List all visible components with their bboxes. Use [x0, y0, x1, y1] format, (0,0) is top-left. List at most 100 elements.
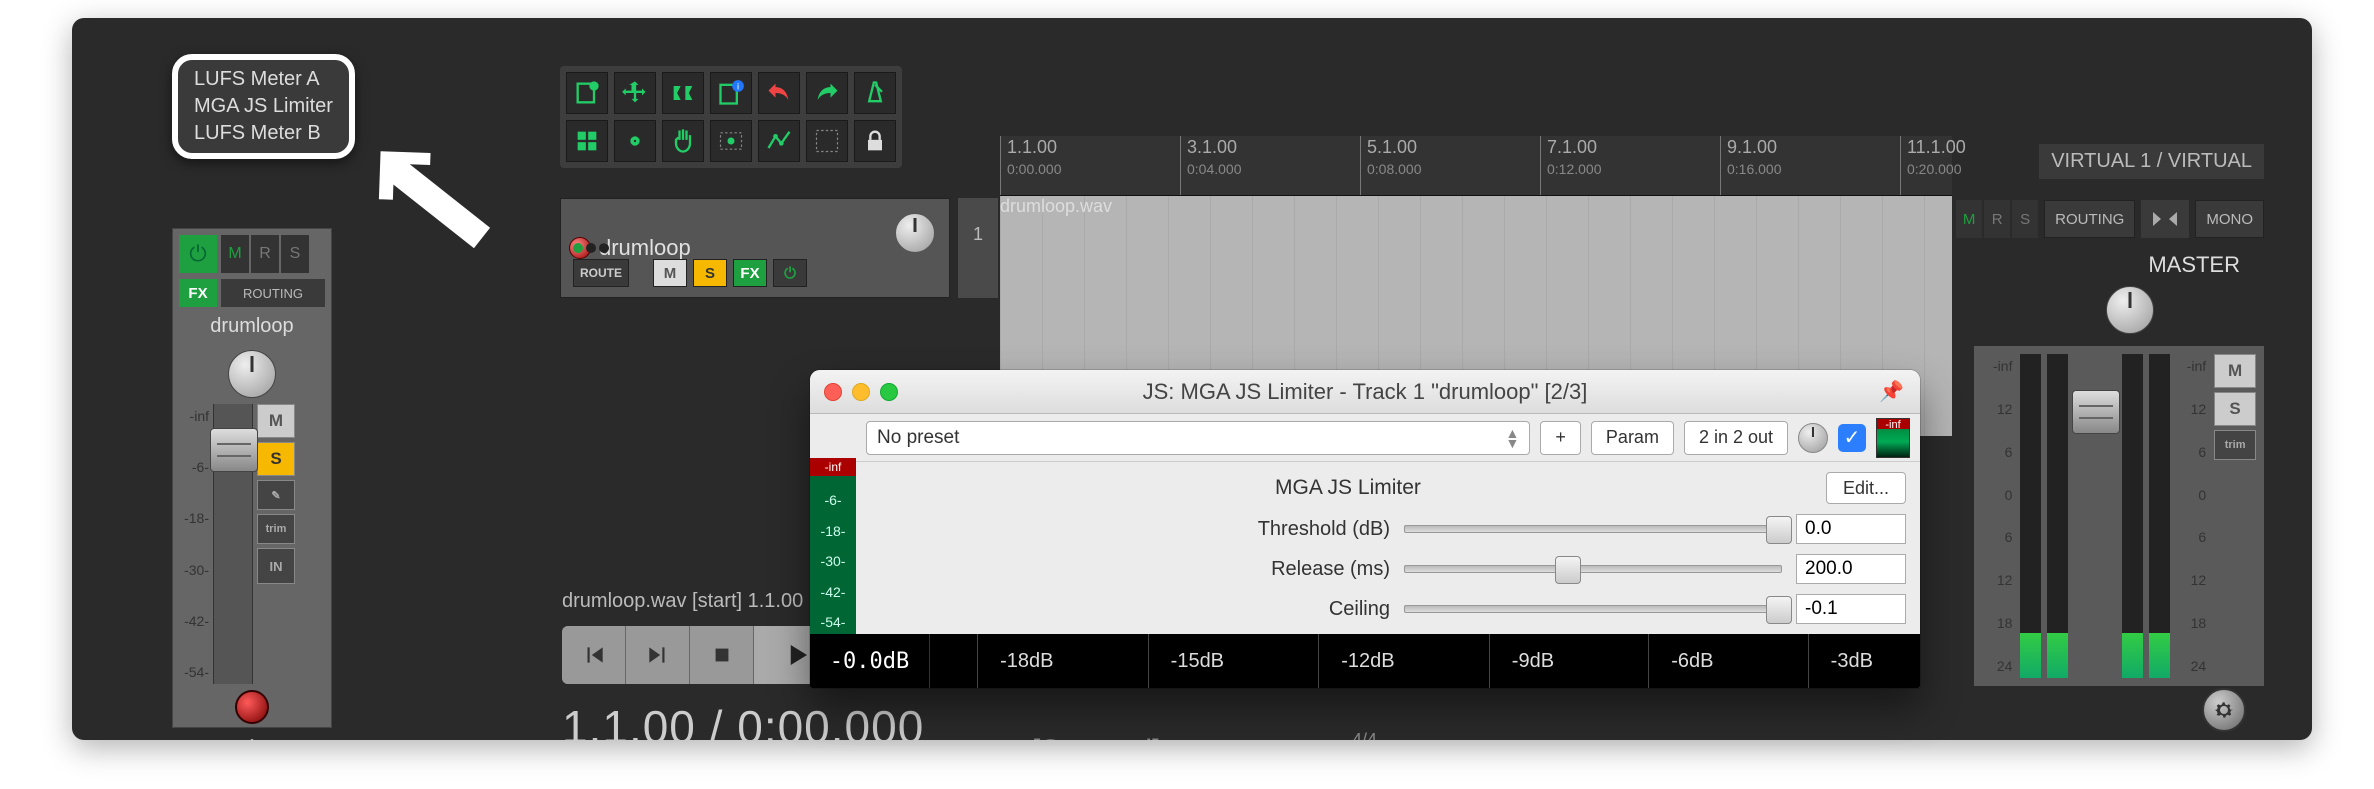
tool-group[interactable] [806, 120, 848, 162]
param-button[interactable]: Param [1591, 421, 1674, 455]
fader-handle[interactable] [210, 428, 258, 472]
ruler-tick: 1.1.000:00.000 [1000, 136, 1062, 195]
timeline-ruler[interactable]: 1.1.000:00.0003.1.000:04.0005.1.000:08.0… [1000, 136, 1952, 196]
master-r-indicator[interactable]: R [1984, 200, 2010, 238]
preset-selector[interactable]: No preset ▲▼ [866, 421, 1530, 455]
plugin-enable-checkbox[interactable]: ✓ [1838, 424, 1866, 452]
tool-info[interactable]: i [710, 72, 752, 114]
close-button[interactable] [824, 383, 842, 401]
tool-envelope[interactable] [758, 120, 800, 162]
track-pan-knob[interactable] [895, 213, 935, 253]
slider-thumb[interactable] [1555, 556, 1581, 584]
chevron-updown-icon: ▲▼ [1506, 428, 1520, 448]
param-slider[interactable] [1404, 605, 1782, 613]
db-tick-labels: -18dB-15dB-12dB-9dB-6dB-3dB [930, 634, 1920, 688]
master-solo-button[interactable]: S [2214, 392, 2256, 426]
master-s-indicator[interactable]: S [2012, 200, 2038, 238]
tool-new-item[interactable] [566, 72, 608, 114]
preset-add-button[interactable]: + [1540, 421, 1581, 455]
fx-bypass-button[interactable]: ⏻ [773, 259, 807, 287]
param-slider[interactable] [1404, 525, 1782, 533]
minimize-button[interactable] [852, 383, 870, 401]
channel-trim-label: trim [257, 514, 295, 544]
mute-button[interactable]: M [653, 259, 687, 287]
ruler-tick: 3.1.000:04.000 [1180, 136, 1242, 195]
fx-menu-item[interactable]: MGA JS Limiter [188, 93, 339, 120]
go-to-end-button[interactable] [626, 626, 690, 684]
master-fader-handle[interactable] [2072, 390, 2120, 434]
param-value-field[interactable]: 0.0 [1796, 514, 1906, 544]
route-button[interactable]: ROUTE [573, 259, 629, 287]
channel-solo-button[interactable]: S [257, 442, 295, 476]
channel-record-button[interactable] [235, 690, 269, 724]
master-mute-button[interactable]: M [2214, 354, 2256, 388]
tool-undo[interactable] [758, 72, 800, 114]
param-label: Release (ms) [870, 558, 1390, 581]
channel-s-indicator[interactable]: S [281, 235, 309, 273]
param-value-field[interactable]: 200.0 [1796, 554, 1906, 584]
tool-move[interactable] [614, 72, 656, 114]
gain-reduction-readout: -0.0dB [810, 634, 930, 688]
slider-thumb[interactable] [1766, 516, 1792, 544]
param-value-field[interactable]: -0.1 [1796, 594, 1906, 624]
fx-menu-item[interactable]: LUFS Meter B [188, 120, 339, 147]
tool-metronome[interactable] [854, 72, 896, 114]
channel-power-button[interactable]: ⏻ [179, 235, 217, 273]
tool-lock[interactable] [854, 120, 896, 162]
track-name-label[interactable]: drumloop [599, 235, 691, 261]
master-mono-button[interactable] [2141, 200, 2189, 238]
master-section: VIRTUAL 1 / VIRTUAL FX M R S ROUTING MON… [1964, 136, 2264, 726]
tool-link[interactable] [614, 120, 656, 162]
master-m-indicator[interactable]: M [1956, 200, 1982, 238]
channel-mute-button[interactable]: M [257, 404, 295, 438]
channel-name[interactable]: drumloop [173, 313, 331, 344]
wet-dry-knob[interactable] [1798, 423, 1828, 453]
param-row: Threshold (dB) 0.0 [870, 514, 1906, 544]
channel-fx-button[interactable]: FX [179, 279, 217, 307]
track-number[interactable]: 1 [958, 198, 998, 298]
tool-redo[interactable] [806, 72, 848, 114]
go-to-start-button[interactable] [562, 626, 626, 684]
timesig-display[interactable]: 4/4 [1352, 730, 1377, 740]
pin-icon[interactable]: 📌 [1879, 379, 1904, 404]
master-output-label[interactable]: VIRTUAL 1 / VIRTUAL [2039, 144, 2264, 179]
fx-button[interactable]: FX [733, 259, 767, 287]
clip-name-label: drumloop.wav [1000, 196, 1112, 217]
plugin-db-readout-strip: -0.0dB -18dB-15dB-12dB-9dB-6dB-3dB [810, 634, 1920, 688]
plugin-name-label: MGA JS Limiter [870, 476, 1826, 500]
param-label: Threshold (dB) [870, 518, 1390, 541]
master-settings-button[interactable] [2202, 688, 2246, 732]
stop-button[interactable] [690, 626, 754, 684]
master-mono-label[interactable]: MONO [2195, 200, 2264, 238]
channel-trim-button[interactable]: ✎ [257, 480, 295, 510]
master-pan-knob[interactable] [2106, 286, 2154, 334]
master-fader[interactable] [2074, 354, 2116, 678]
tool-grid[interactable] [566, 120, 608, 162]
master-routing-button[interactable]: ROUTING [2044, 200, 2135, 238]
channel-in-button[interactable]: IN [257, 548, 295, 584]
slider-thumb[interactable] [1766, 596, 1792, 624]
track-meter-leds [573, 243, 609, 253]
plugin-input-meter: -inf -6- -18- -30- -42- -54- [810, 458, 856, 634]
main-toolbar: i [560, 66, 902, 168]
channel-routing-button[interactable]: ROUTING [221, 279, 325, 307]
zoom-button[interactable] [880, 383, 898, 401]
channel-r-indicator[interactable]: R [251, 235, 279, 273]
channel-fader[interactable] [213, 404, 253, 684]
tool-snap[interactable] [710, 120, 752, 162]
time-display[interactable]: 1.1.00 / 0:00.000 [562, 700, 924, 740]
io-config-button[interactable]: 2 in 2 out [1684, 421, 1788, 455]
plugin-titlebar[interactable]: JS: MGA JS Limiter - Track 1 "drumloop" … [810, 370, 1920, 414]
fx-menu-item[interactable]: LUFS Meter A [188, 66, 339, 93]
track-control-panel: drumloop ROUTE M S FX ⏻ [560, 198, 950, 298]
solo-button[interactable]: S [693, 259, 727, 287]
tool-hand[interactable] [662, 120, 704, 162]
channel-m-indicator[interactable]: M [221, 235, 249, 273]
param-slider[interactable] [1404, 565, 1782, 573]
tool-ripple[interactable] [662, 72, 704, 114]
ruler-tick: 11.1.000:20.000 [1900, 136, 1966, 195]
edit-button[interactable]: Edit... [1826, 472, 1906, 504]
channel-pan-knob[interactable] [228, 350, 276, 398]
track-channel-strip: ⏻ M R S FX ROUTING drumloop -inf-6--18--… [172, 228, 332, 728]
param-label: Ceiling [870, 598, 1390, 621]
